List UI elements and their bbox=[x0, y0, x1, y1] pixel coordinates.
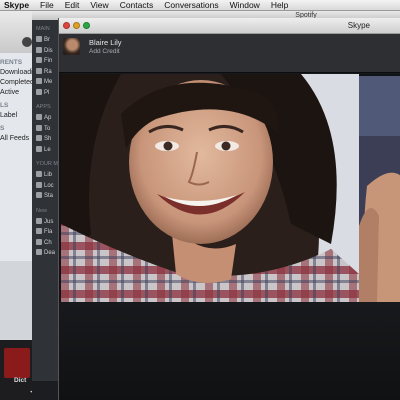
menu-help[interactable]: Help bbox=[271, 0, 288, 10]
sidebar-item-label: Fla bbox=[44, 229, 53, 235]
sidebar-item[interactable]: Sta bbox=[32, 191, 60, 202]
library-icon bbox=[36, 171, 42, 178]
sidebar-item-label: Jus bbox=[44, 218, 54, 225]
sidebar-item[interactable]: To bbox=[32, 124, 60, 135]
menu-window[interactable]: Window bbox=[230, 0, 260, 10]
sidebar-section-new[interactable]: New bbox=[32, 202, 60, 217]
minimize-window-icon[interactable] bbox=[73, 22, 80, 29]
app-icon bbox=[36, 114, 42, 121]
star-icon bbox=[36, 192, 42, 199]
sidebar-item-label: Lib bbox=[44, 172, 53, 178]
sidebar-item-label: Ra bbox=[44, 68, 52, 75]
discover-icon bbox=[36, 46, 42, 53]
sidebar-item[interactable]: Me bbox=[32, 77, 60, 88]
skype-titlebar: Skype bbox=[59, 18, 400, 34]
contact-name[interactable]: Blaire Lily bbox=[89, 38, 122, 47]
app-icon bbox=[36, 145, 42, 152]
sidebar-item-label: Le bbox=[44, 146, 51, 153]
sidebar-item-label: To bbox=[44, 125, 51, 132]
local-files-icon bbox=[36, 181, 42, 188]
contact-avatar[interactable] bbox=[63, 38, 80, 55]
sidebar-item[interactable]: Dea bbox=[32, 248, 60, 259]
sidebar-item-label: Sta bbox=[44, 193, 54, 199]
sidebar-item[interactable]: Fla bbox=[32, 227, 60, 238]
call-lower-shade bbox=[59, 302, 400, 400]
menu-view[interactable]: View bbox=[90, 0, 108, 10]
sidebar-section-apps: APPS bbox=[36, 104, 51, 110]
sidebar-item[interactable]: Dis bbox=[32, 46, 60, 57]
remote-video-feed bbox=[61, 74, 359, 302]
skype-window-title: Skype bbox=[347, 21, 370, 30]
menu-conversations[interactable]: Conversations bbox=[164, 0, 218, 10]
sidebar-item-label: Dis bbox=[44, 47, 53, 54]
sidebar-item[interactable]: Lib bbox=[32, 170, 60, 181]
sidebar-item[interactable]: Jus bbox=[32, 217, 60, 228]
sidebar-item-label: Pl bbox=[44, 89, 50, 96]
sidebar-item-label: Br bbox=[44, 37, 50, 43]
zoom-window-icon[interactable] bbox=[83, 22, 90, 29]
messages-icon bbox=[36, 78, 42, 85]
playlist-icon bbox=[36, 238, 42, 245]
sidebar-item[interactable]: Ra bbox=[32, 67, 60, 78]
menu-edit[interactable]: Edit bbox=[65, 0, 80, 10]
app-icon bbox=[36, 124, 42, 131]
circle-button-icon[interactable] bbox=[22, 37, 32, 47]
spotify-sidebar: MAIN Br Dis Fin Ra Me Pl APPS Ap To Sh L… bbox=[32, 20, 60, 400]
sidebar-item[interactable]: Loc bbox=[32, 181, 60, 192]
sidebar-item[interactable]: Sh bbox=[32, 134, 60, 145]
sidebar-item[interactable]: Ap bbox=[32, 113, 60, 124]
sidebar-section-your-music: YOUR M bbox=[36, 161, 58, 167]
sidebar-item[interactable]: Pl bbox=[32, 88, 60, 99]
menu-app-name[interactable]: Skype bbox=[4, 0, 29, 10]
browse-icon bbox=[36, 36, 42, 43]
menu-bar: Skype File Edit View Contacts Conversati… bbox=[0, 0, 400, 11]
close-window-icon[interactable] bbox=[63, 22, 70, 29]
sidebar-item[interactable]: Ch bbox=[32, 238, 60, 249]
call-header: Blaire Lily Add Credit bbox=[59, 34, 400, 73]
secondary-video-feed bbox=[359, 76, 400, 302]
sidebar-item[interactable]: Br bbox=[32, 35, 60, 46]
sidebar-item-label: Dea bbox=[44, 250, 56, 256]
play-queue-icon bbox=[36, 88, 42, 95]
playlist-icon bbox=[36, 228, 42, 235]
sidebar-item-label: Me bbox=[44, 79, 53, 85]
sidebar-item[interactable]: Le bbox=[32, 145, 60, 156]
sidebar-item[interactable]: Fin bbox=[32, 56, 60, 67]
app-icon bbox=[36, 135, 42, 142]
menu-contacts[interactable]: Contacts bbox=[120, 0, 154, 10]
menu-file[interactable]: File bbox=[40, 0, 54, 10]
sidebar-item-label: Ap bbox=[44, 115, 52, 121]
sidebar-item-label: Ch bbox=[44, 239, 52, 246]
find-icon bbox=[36, 57, 42, 64]
sidebar-section-main: MAIN bbox=[36, 26, 50, 32]
add-credit-link[interactable]: Add Credit bbox=[89, 48, 120, 55]
sidebar-item-label: Loc bbox=[44, 182, 54, 189]
video-stage bbox=[59, 74, 400, 400]
secondary-video-image bbox=[359, 76, 400, 302]
playlist-icon bbox=[36, 249, 42, 256]
dock-item-icon[interactable] bbox=[4, 348, 30, 378]
radio-icon bbox=[36, 67, 42, 74]
skype-window: Skype Blaire Lily Add Credit bbox=[58, 18, 400, 400]
call-lower-area bbox=[59, 302, 400, 400]
remote-video-image bbox=[61, 74, 359, 302]
playlist-icon bbox=[36, 217, 42, 224]
sidebar-item-label: Fin bbox=[44, 58, 53, 64]
sidebar-item-label: Sh bbox=[44, 136, 52, 142]
window-controls bbox=[63, 22, 90, 29]
dock-item-label: Dict bbox=[14, 377, 27, 384]
